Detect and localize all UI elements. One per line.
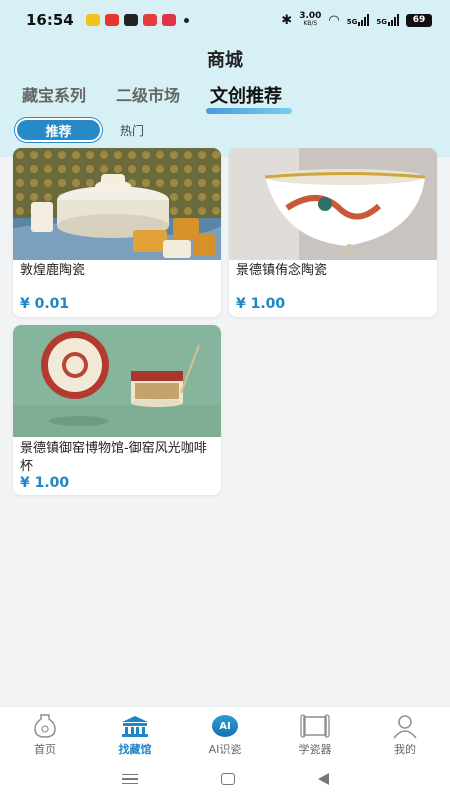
product-price: ¥ 1.00 — [236, 296, 286, 312]
nav-label: 学瓷器 — [298, 743, 332, 756]
bottom-nav: 首页 找藏馆 AI AI识瓷 学瓷器 我的 — [0, 706, 450, 758]
ai-badge-icon: AI — [210, 713, 240, 739]
more-notifications-icon — [183, 17, 189, 23]
nav-label: 找藏馆 — [118, 743, 152, 756]
active-tab-indicator — [206, 108, 293, 114]
network-speed: 3.00 KB/S — [299, 11, 322, 28]
product-card[interactable]: 敦煌鹿陶瓷 ¥ 0.01 — [13, 148, 221, 317]
bluetooth-icon: ✱ — [281, 12, 293, 28]
header: 16:54 ✱ 3.00 KB/S ◠ 5G 5G 69 商城 藏宝系列 二级市… — [0, 0, 450, 157]
signal-icon: 5G — [376, 14, 399, 26]
status-app-icons — [85, 14, 189, 26]
category-tabs: 藏宝系列 二级市场 文创推荐 — [22, 82, 293, 114]
product-name: 景德镇御窑博物馆-御窑风光咖啡杯 — [20, 441, 207, 474]
home-square-icon[interactable] — [220, 773, 235, 785]
product-image — [229, 148, 437, 260]
nav-ai-porcelain[interactable]: AI AI识瓷 — [180, 707, 270, 758]
nav-profile[interactable]: 我的 — [360, 707, 450, 758]
tab-secondary-market[interactable]: 二级市场 — [116, 82, 180, 108]
signal-icon: 5G — [347, 14, 370, 26]
app-notification-icon — [161, 14, 176, 26]
app-notification-icon — [104, 14, 119, 26]
product-card[interactable]: 景德镇侑念陶瓷 ¥ 1.00 — [229, 148, 437, 317]
wifi-icon: ◠ — [328, 12, 340, 28]
battery-icon: 69 — [406, 13, 432, 27]
scroll-icon — [300, 713, 330, 739]
tab-cultural-creative[interactable]: 文创推荐 — [206, 82, 293, 114]
product-name: 敦煌鹿陶瓷 — [20, 263, 86, 278]
nav-label: AI识瓷 — [208, 743, 242, 756]
app-notification-icon — [85, 14, 100, 26]
profile-icon — [390, 713, 420, 739]
nav-find-museum[interactable]: 找藏馆 — [90, 707, 180, 758]
subtab-hot[interactable]: 热门 — [120, 122, 144, 139]
nav-home[interactable]: 首页 — [0, 707, 90, 758]
status-indicators: ✱ 3.00 KB/S ◠ 5G 5G 69 — [281, 12, 432, 28]
app-notification-icon — [142, 14, 157, 26]
product-price: ¥ 0.01 — [20, 296, 70, 312]
subtab-recommend[interactable]: 推荐 — [15, 118, 102, 142]
product-image — [13, 148, 221, 260]
status-time: 16:54 — [26, 11, 74, 29]
app-notification-icon — [123, 14, 138, 26]
museum-icon — [120, 713, 150, 739]
nav-label: 首页 — [34, 743, 56, 756]
product-card[interactable]: 景德镇御窑博物馆-御窑风光咖啡杯 ¥ 1.00 — [13, 325, 221, 495]
home-vase-icon — [30, 713, 60, 739]
subtabs: 推荐 热门 — [15, 118, 144, 142]
tab-treasure-series[interactable]: 藏宝系列 — [22, 82, 86, 108]
nav-learn-porcelain[interactable]: 学瓷器 — [270, 707, 360, 758]
product-image — [13, 325, 221, 437]
page-title: 商城 — [207, 50, 243, 71]
product-name: 景德镇侑念陶瓷 — [236, 263, 328, 278]
status-bar: 16:54 ✱ 3.00 KB/S ◠ 5G 5G 69 — [0, 0, 450, 40]
product-price: ¥ 1.00 — [20, 475, 70, 491]
system-nav-bar — [0, 758, 450, 800]
menu-icon[interactable] — [121, 773, 138, 785]
nav-label: 我的 — [394, 743, 416, 756]
back-triangle-icon[interactable] — [317, 773, 329, 785]
